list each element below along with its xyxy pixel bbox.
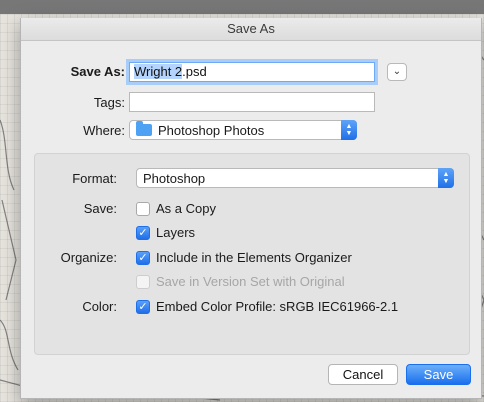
include-organizer-checkbox[interactable]: ✓ Include in the Elements Organizer	[136, 250, 352, 265]
embed-profile-checkbox[interactable]: ✓ Embed Color Profile: sRGB IEC61966-2.1	[136, 299, 398, 314]
where-popup[interactable]: Photoshop Photos ▲ ▼	[129, 120, 357, 140]
save-button[interactable]: Save	[406, 364, 471, 385]
popup-arrows-icon: ▲ ▼	[438, 168, 454, 188]
save-label: Save:	[83, 201, 117, 216]
options-panel: Format: Photoshop ▲ ▼ Save: As a Copy ✓ L…	[34, 153, 470, 355]
filename-input[interactable]: Wright 2.psd	[129, 62, 375, 82]
version-set-text: Save in Version Set with Original	[156, 274, 345, 289]
embed-profile-text: Embed Color Profile: sRGB IEC61966-2.1	[156, 299, 399, 314]
folder-icon	[136, 121, 152, 136]
chevron-down-icon: ⌄	[392, 66, 402, 77]
checkmark-icon: ✓	[136, 299, 150, 314]
layers-checkbox[interactable]: ✓ Layers	[136, 225, 195, 240]
as-a-copy-text: As a Copy	[156, 201, 216, 216]
include-organizer-text: Include in the Elements Organizer	[156, 250, 352, 265]
checkbox-unchecked-icon	[136, 201, 150, 216]
tags-input[interactable]	[129, 92, 375, 112]
save-as-dialog: Save As Save As: Wright 2.psd ⌄ Tags: Wh…	[20, 18, 482, 399]
tags-label: Tags:	[93, 95, 125, 110]
save-as-label: Save As:	[70, 64, 125, 79]
where-label: Where:	[83, 123, 125, 138]
version-set-checkbox: Save in Version Set with Original	[136, 274, 345, 289]
format-popup[interactable]: Photoshop ▲ ▼	[136, 168, 454, 188]
checkbox-disabled-icon	[136, 274, 150, 289]
organize-label: Organize:	[60, 250, 117, 265]
filename-extension: .psd	[182, 64, 207, 79]
format-label: Format:	[72, 171, 117, 186]
color-label: Color:	[82, 299, 117, 314]
expand-dialog-button[interactable]: ⌄	[387, 63, 407, 81]
dialog-title: Save As	[21, 18, 481, 41]
where-value: Photoshop Photos	[158, 122, 265, 138]
checkmark-icon: ✓	[136, 250, 150, 265]
as-a-copy-checkbox[interactable]: As a Copy	[136, 201, 216, 216]
format-value: Photoshop	[143, 170, 206, 186]
popup-arrows-icon: ▲ ▼	[341, 120, 357, 140]
filename-selected-text: Wright 2	[134, 64, 183, 79]
checkmark-icon: ✓	[136, 225, 150, 240]
cancel-button[interactable]: Cancel	[328, 364, 398, 385]
layers-text: Layers	[156, 225, 196, 240]
